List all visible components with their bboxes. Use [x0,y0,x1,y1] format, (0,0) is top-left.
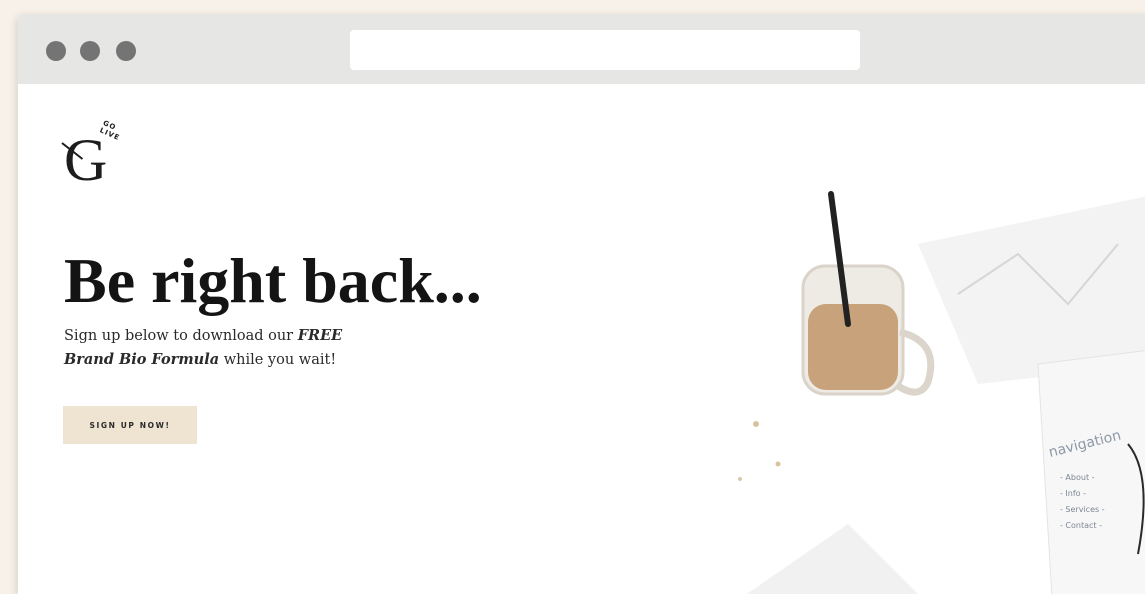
hero-photo: navigation - About - - Info - - Services… [738,191,1145,594]
subtext-part-1: Sign up below to download our [64,328,298,344]
sketch-card [1037,350,1145,594]
plate-corner [746,524,918,594]
address-bar[interactable] [350,30,860,70]
page-headline: Be right back... [64,245,482,316]
browser-chrome [18,14,1145,84]
crumb [753,421,759,427]
window-control-dot[interactable] [80,41,100,61]
sketch-item: - Info - [1060,489,1086,498]
page-subtext: Sign up below to download our FREE Brand … [64,324,404,372]
window-control-dot[interactable] [46,41,66,61]
crumb [738,477,742,481]
subtext-free-emphasis: FREE [297,327,343,344]
logo-letter: G [64,127,108,193]
sketch-item: - Contact - [1060,521,1102,530]
window-control-dot[interactable] [116,41,136,61]
sketch-item: - About - [1060,473,1095,482]
browser-window: G GO LIVE Be right back... Sign up below… [18,14,1145,594]
brand-logo[interactable]: G GO LIVE [58,119,138,196]
jar-drink [808,304,898,390]
subtext-brand-bio-emphasis: Brand Bio Formula [64,351,220,368]
sketch-item: - Services - [1060,505,1105,514]
subtext-part-2: while you wait! [219,352,337,368]
crumb [775,461,781,467]
sign-up-button[interactable]: SIGN UP NOW! [63,406,197,444]
page-viewport: G GO LIVE Be right back... Sign up below… [18,84,1145,594]
